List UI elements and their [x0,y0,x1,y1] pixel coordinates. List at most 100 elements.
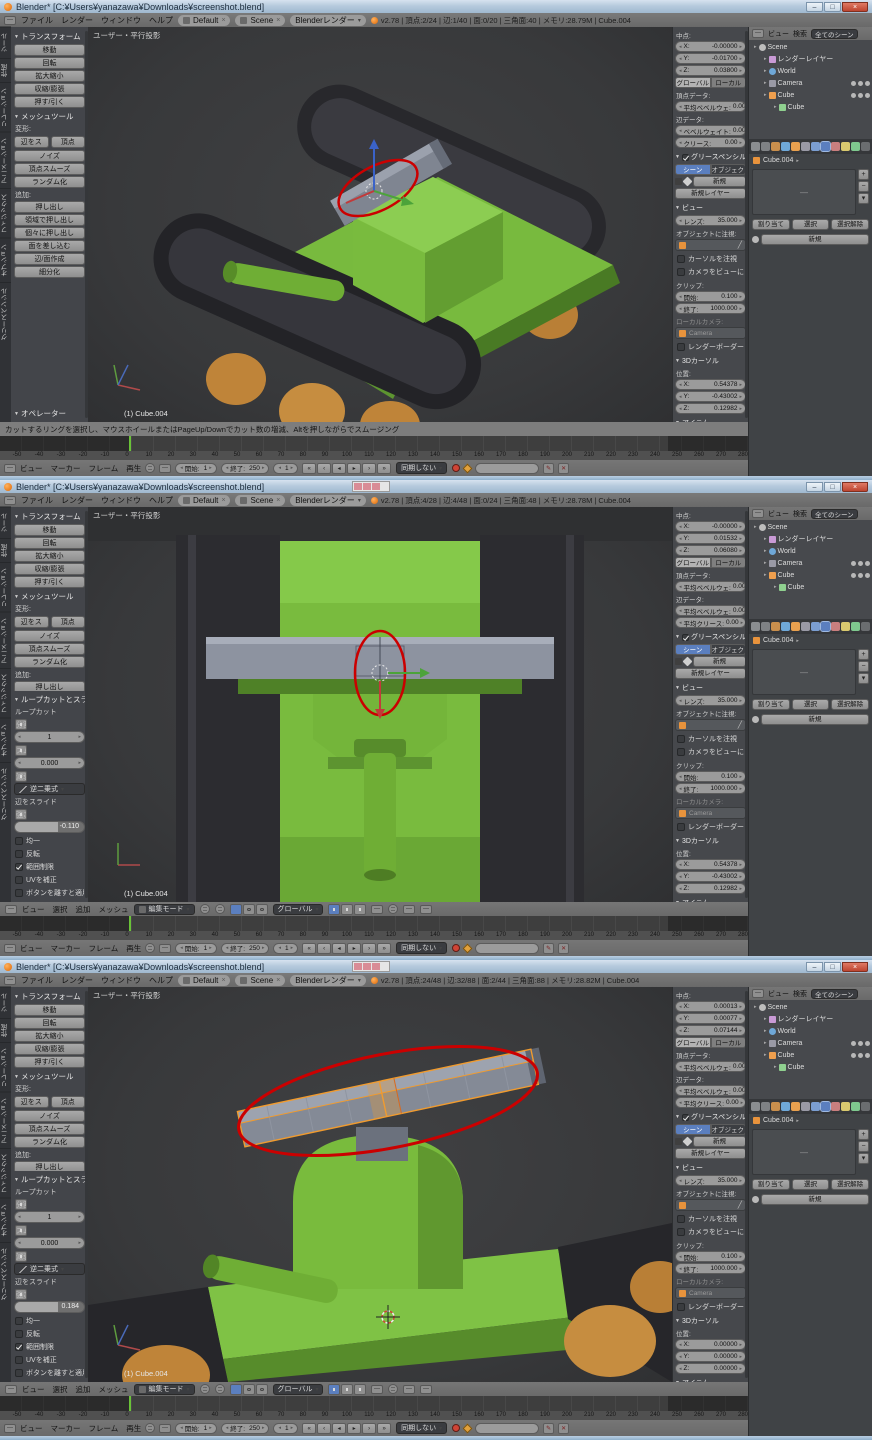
viewport-menu-item[interactable]: 選択 [53,1384,68,1395]
opengl-render-icon[interactable] [420,1385,432,1394]
next-keyframe-button[interactable]: › [362,463,376,474]
gpencil-checkbox[interactable] [682,634,689,641]
disclosure-icon[interactable]: ▸ [774,584,777,590]
disclosure-icon[interactable]: ▸ [764,1052,767,1058]
viewport-menu-item[interactable]: ビュー [22,1384,45,1395]
toolshelf-tab[interactable]: ツール [0,27,11,58]
outliner-row[interactable]: ▸ Cube [751,1061,870,1073]
tool-button[interactable]: 辺をス [14,616,49,628]
viewport-menu-item[interactable]: メッシュ [99,904,129,915]
shading-sphere-icon[interactable] [200,1384,210,1394]
lock-object-field[interactable]: ╱ [675,719,746,731]
assign-button[interactable]: 割り当て [752,1179,790,1190]
disclosure-icon[interactable]: ▸ [764,80,767,86]
remove-slot-button[interactable]: − [858,181,869,192]
insert-keyframe-icon[interactable]: ✎ [543,943,554,954]
vertex-select-icon[interactable] [328,1384,340,1395]
delete-keyframe-icon[interactable]: ✕ [558,1423,569,1434]
median-z-field[interactable]: ◂Z:0.03800▸ [675,65,746,76]
snap-magnet-icon[interactable] [403,905,415,914]
jump-end-button[interactable]: » [377,463,391,474]
panel-transform-header[interactable]: ▼トランスフォーム [14,511,85,522]
loopcut-panel-header[interactable]: ▼ループカットとスライド [14,694,85,705]
cursor-z-field[interactable]: ◂Z:0.12982▸ [675,883,746,894]
manipulator-translate-icon[interactable] [230,1384,242,1395]
deselect-button[interactable]: 選択解除 [831,1179,869,1190]
editor-type-icon[interactable] [752,509,764,518]
new-layer-button[interactable]: 新規レイヤー [675,1148,746,1159]
tool-button[interactable]: 頂点スムーズ [14,163,85,175]
tool-button[interactable]: 押す/引く [14,576,85,588]
menu-item[interactable]: ファイル [21,495,53,506]
next-keyframe-button[interactable]: › [362,943,376,954]
deselect-button[interactable]: 選択解除 [831,699,869,710]
vertex-data-field[interactable]: ◂平均ベベルウェ:0.00▸ [675,1061,746,1072]
edge-data-field[interactable]: ◂クリース:0.00▸ [675,137,746,148]
timeline-menu-item[interactable]: 再生 [126,463,141,474]
add-slot-button[interactable]: + [858,1129,869,1140]
timeline-menu-item[interactable]: フレーム [89,463,119,474]
select-button[interactable]: 選択 [792,699,830,710]
edge-data-field[interactable]: ◂平均クリース:0.00▸ [675,617,746,628]
minimize-button[interactable]: – [806,962,823,972]
constraints-tab[interactable] [801,1102,810,1111]
unlink-icon[interactable]: × [221,17,225,24]
gp-scene-button[interactable]: シーン [675,644,711,655]
item-section-header[interactable]: ▼アイテム [675,1378,746,1382]
opengl-render-icon[interactable] [420,905,432,914]
world-tab[interactable] [781,622,790,631]
record-button[interactable] [452,464,460,472]
toolshelf-tab[interactable]: オプション [0,238,11,282]
render-border-checkbox[interactable]: レンダーボーダー [677,822,744,832]
tool-button[interactable]: 個々に押し出し [14,227,85,239]
panel-operator-header[interactable]: ▼オペレーター [14,408,85,419]
unlink-icon[interactable]: × [221,977,225,984]
material-tab[interactable] [831,142,840,151]
current-frame-field[interactable]: ◂1▸ [273,1423,298,1434]
gp-scene-button[interactable]: シーン [675,164,711,175]
disclosure-icon[interactable]: ▸ [754,524,757,530]
physics-tab[interactable] [861,622,870,631]
tool-button[interactable]: 拡大縮小 [14,550,85,562]
preview-range-icon[interactable] [145,1423,155,1433]
disclosure-icon[interactable]: ▸ [764,548,767,554]
tool-button[interactable]: 拡大縮小 [14,1030,85,1042]
engine-selector[interactable]: Blenderレンダー▾ [290,495,366,506]
edge-data-field[interactable]: ◂平均ベベルウェ:0.00▸ [675,1085,746,1096]
tool-button[interactable]: 面を差し込む [14,240,85,252]
eyedropper-icon[interactable]: ╱ [738,241,742,249]
toolshelf-tab[interactable]: ツール [0,987,11,1018]
toolshelf-tab[interactable]: リレーション [0,562,11,612]
occlude-geometry-icon[interactable] [371,1385,383,1394]
cursor-section-header[interactable]: ▼3Dカーソル [675,1316,746,1326]
disclosure-icon[interactable]: ▸ [764,68,767,74]
face-select-icon[interactable] [354,1384,366,1395]
material-tab[interactable] [831,622,840,631]
toolshelf-tab[interactable]: 作成 [0,538,11,562]
tool-button[interactable]: 押し出し [14,1161,85,1171]
panel-meshtools-header[interactable]: ▼メッシュツール [14,591,85,602]
cuts-field[interactable]: ◂1▸ [14,1211,85,1223]
tool-button[interactable]: 押し出し [14,201,85,213]
scene-selector[interactable]: Scene× [235,975,285,986]
falloff-dropdown[interactable]: 逆二乗式▾ [14,783,85,795]
outliner-row[interactable]: ▸ Camera [751,1037,870,1049]
timeline-menu-item[interactable]: マーカー [51,1423,81,1434]
gpencil-checkbox[interactable] [682,1114,689,1121]
constraints-tab[interactable] [801,142,810,151]
gp-new-button[interactable]: 新規 [693,1136,746,1147]
start-frame-field[interactable]: ◂開始:1▸ [175,943,216,954]
tool-button[interactable]: ランダム化 [14,656,85,668]
tool-button[interactable]: 移動 [14,44,85,56]
outliner-row[interactable]: ▸ Cube [751,569,870,581]
object-tab[interactable] [791,622,800,631]
outliner-search-menu[interactable]: 検索 [793,29,807,39]
timeline-menu-item[interactable]: ビュー [20,943,43,954]
outliner-filter-selector[interactable]: 全てのシーン [811,509,858,519]
new-layer-button[interactable]: 新規レイヤー [675,668,746,679]
render-tab[interactable] [751,622,760,631]
keyframe-icon[interactable] [463,1423,473,1433]
modifiers-tab[interactable] [811,622,820,631]
option-checkbox[interactable]: 反転 [15,849,84,859]
camera-lock-checkbox[interactable]: カメラをビューにロ.. [677,267,744,277]
